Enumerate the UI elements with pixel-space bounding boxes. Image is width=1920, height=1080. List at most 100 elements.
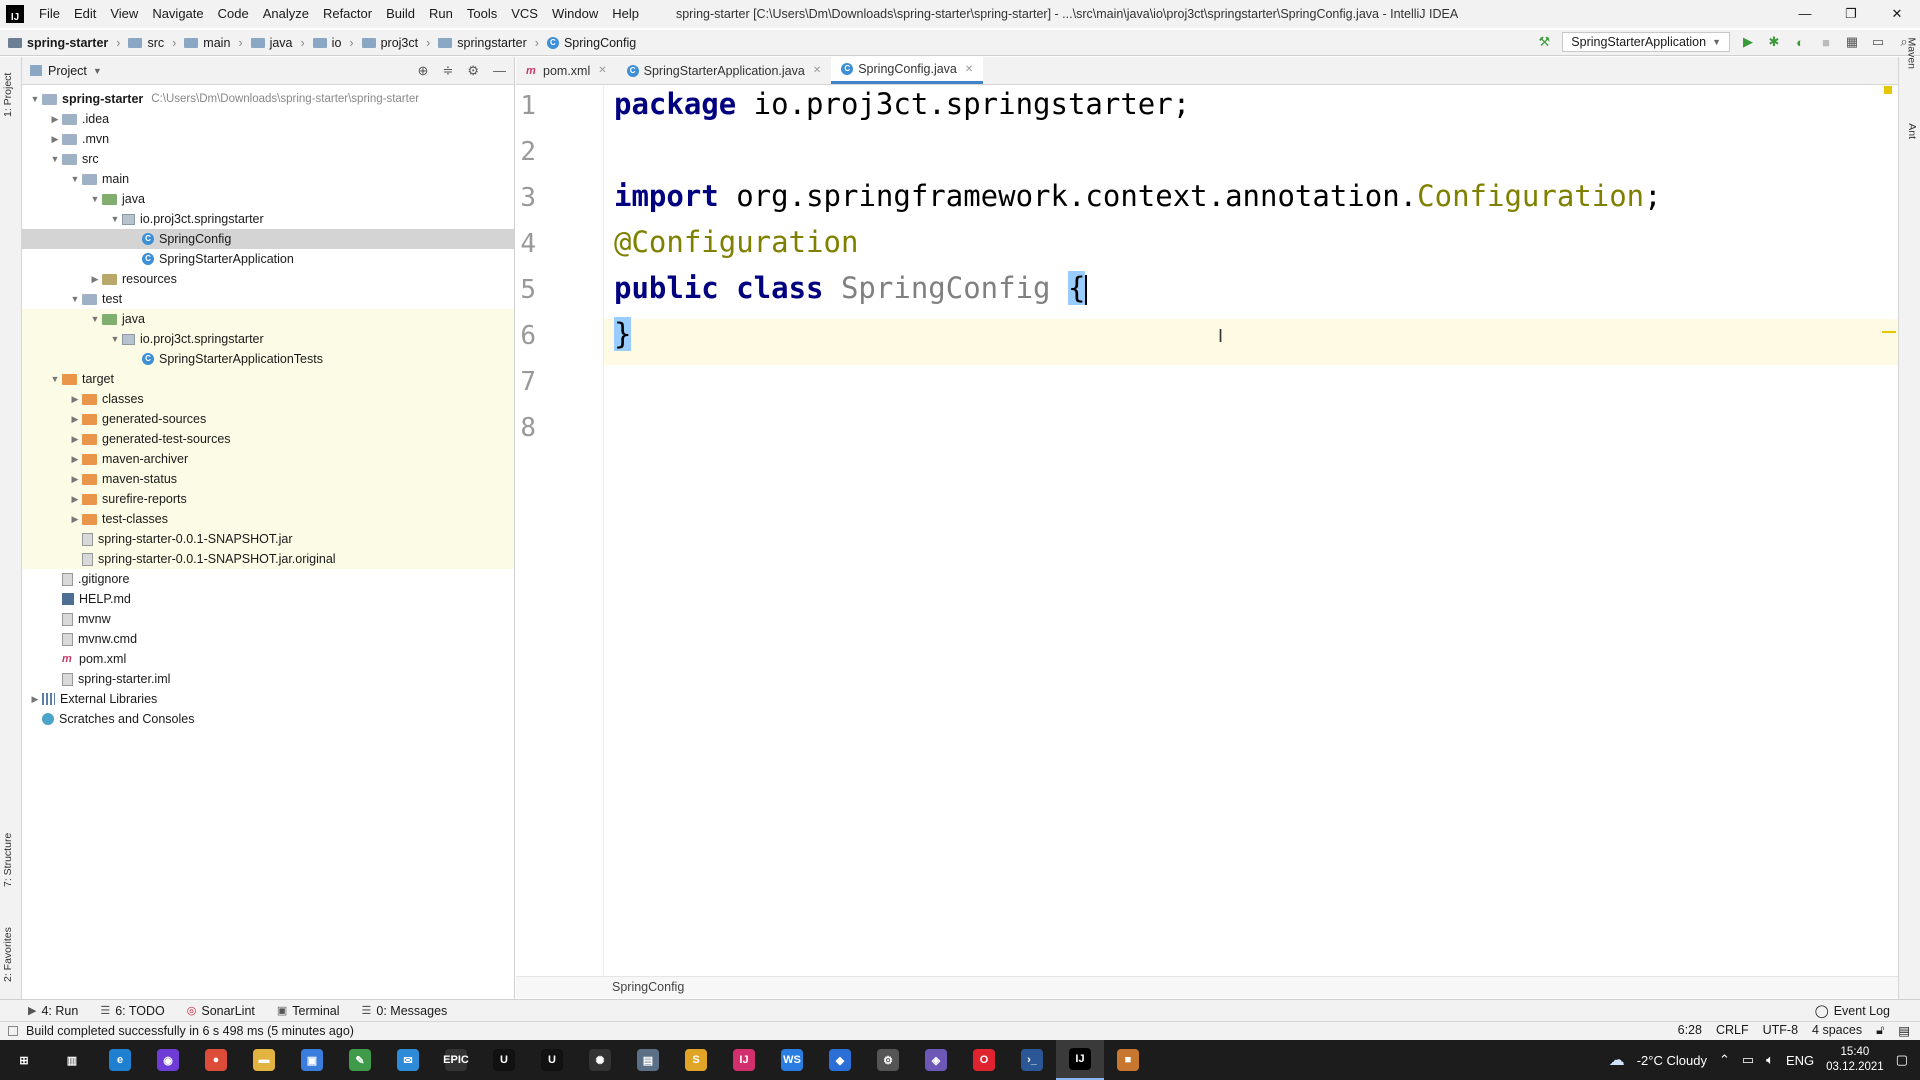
- close-icon[interactable]: ✕: [598, 65, 606, 76]
- app-blue-icon[interactable]: ◆: [816, 1040, 864, 1080]
- chevron-down-icon[interactable]: ▼: [88, 314, 102, 324]
- chrome-icon[interactable]: ●: [192, 1040, 240, 1080]
- webstorm-icon[interactable]: WS: [768, 1040, 816, 1080]
- tree-item[interactable]: ▶ .mvn: [22, 129, 514, 149]
- minimize-button[interactable]: —: [1782, 0, 1828, 28]
- breadcrumb-item[interactable]: springstarter ›: [430, 36, 539, 50]
- cloud-icon[interactable]: ☁: [1609, 1050, 1625, 1070]
- menu-vcs[interactable]: VCS: [504, 0, 545, 28]
- tree-item[interactable]: ▼ spring-starter C:\Users\Dm\Downloads\spr…: [22, 89, 514, 109]
- chevron-right-icon[interactable]: ▶: [68, 394, 82, 405]
- project-view-label[interactable]: Project: [48, 64, 87, 78]
- coverage-icon[interactable]: ◐: [1792, 34, 1808, 50]
- tab-maven[interactable]: Maven: [1906, 37, 1918, 69]
- tree-item[interactable]: .gitignore: [22, 569, 514, 589]
- tree-item[interactable]: C SpringConfig: [22, 229, 514, 249]
- tab-sonarlint[interactable]: ◎ SonarLint: [187, 1004, 255, 1018]
- menu-run[interactable]: Run: [422, 0, 460, 28]
- chevron-down-icon[interactable]: ▼: [48, 374, 62, 384]
- tab-ant[interactable]: Ant: [1906, 123, 1918, 139]
- tree-item[interactable]: HELP.md: [22, 589, 514, 609]
- task-view-icon[interactable]: ▥: [48, 1040, 96, 1080]
- tree-item[interactable]: ▶ surefire-reports: [22, 489, 514, 509]
- chevron-down-icon[interactable]: ▼: [68, 174, 82, 184]
- tab-event-log[interactable]: ◯ Event Log: [1815, 1003, 1890, 1019]
- idea-community-icon[interactable]: IJ: [720, 1040, 768, 1080]
- chevron-down-icon[interactable]: ▼: [108, 334, 122, 344]
- editor-tab[interactable]: C SpringStarterApplication.java ✕: [617, 57, 832, 84]
- chevron-down-icon[interactable]: ▼: [48, 154, 62, 164]
- tab-favorites[interactable]: 2: Favorites: [2, 927, 14, 982]
- editor-tab[interactable]: C SpringConfig.java ✕: [831, 57, 984, 84]
- tree-item[interactable]: ▼ main: [22, 169, 514, 189]
- settings-icon[interactable]: ⚙: [864, 1040, 912, 1080]
- gear-icon[interactable]: ⚙: [467, 63, 479, 79]
- menu-edit[interactable]: Edit: [67, 0, 103, 28]
- powershell-icon[interactable]: ›_: [1008, 1040, 1056, 1080]
- tree-item[interactable]: ▶ maven-status: [22, 469, 514, 489]
- menu-file[interactable]: File: [32, 0, 67, 28]
- epic-games-icon[interactable]: EPIC: [432, 1040, 480, 1080]
- tree-item[interactable]: ▶ generated-sources: [22, 409, 514, 429]
- chevron-right-icon[interactable]: ▶: [48, 134, 62, 145]
- network-icon[interactable]: ▭: [1742, 1052, 1754, 1068]
- blender-icon[interactable]: ✺: [576, 1040, 624, 1080]
- edge-icon[interactable]: e: [96, 1040, 144, 1080]
- debug-icon[interactable]: ✱: [1766, 34, 1782, 50]
- chevron-down-icon[interactable]: ▼: [93, 66, 102, 76]
- tree-item[interactable]: mvnw.cmd: [22, 629, 514, 649]
- breadcrumb-item[interactable]: proj3ct ›: [354, 36, 430, 50]
- tree-item[interactable]: ▶ generated-test-sources: [22, 429, 514, 449]
- tree-item[interactable]: ▶ classes: [22, 389, 514, 409]
- chevron-right-icon[interactable]: ▶: [68, 474, 82, 485]
- menu-refactor[interactable]: Refactor: [316, 0, 379, 28]
- menu-build[interactable]: Build: [379, 0, 422, 28]
- tree-item[interactable]: ▶ resources: [22, 269, 514, 289]
- scrollbar-marker[interactable]: [1882, 331, 1896, 333]
- chevron-right-icon[interactable]: ▶: [68, 514, 82, 525]
- tab-terminal[interactable]: ▣ Terminal: [277, 1004, 340, 1018]
- tab-run[interactable]: ▶ 4: Run: [28, 1004, 78, 1018]
- volume-icon[interactable]: 🔈︎: [1766, 1052, 1774, 1068]
- code-editor[interactable]: 1 2 3 4 5 6 7 8 package io.proj3ct.springstarte…: [516, 86, 1898, 976]
- mail-icon[interactable]: ✉: [384, 1040, 432, 1080]
- line-separator[interactable]: CRLF: [1716, 1023, 1749, 1038]
- unity-icon[interactable]: U: [528, 1040, 576, 1080]
- breadcrumb-item[interactable]: C SpringConfig: [539, 36, 636, 50]
- build-hammer-icon[interactable]: ⚒: [1536, 34, 1552, 50]
- menu-help[interactable]: Help: [605, 0, 646, 28]
- unreal-icon[interactable]: U: [480, 1040, 528, 1080]
- notifications-icon[interactable]: ▢: [1896, 1052, 1908, 1068]
- intellij-icon[interactable]: IJ: [1056, 1040, 1104, 1080]
- breadcrumb-item[interactable]: java ›: [243, 36, 305, 50]
- chevron-right-icon[interactable]: ▶: [68, 434, 82, 445]
- tree-item[interactable]: C SpringStarterApplication: [22, 249, 514, 269]
- app-purple-icon[interactable]: ◉: [144, 1040, 192, 1080]
- tree-item[interactable]: ▼ java: [22, 309, 514, 329]
- breadcrumb-item[interactable]: spring-starter ›: [0, 36, 120, 50]
- layout-icon[interactable]: ▭: [1870, 34, 1886, 50]
- maximize-button[interactable]: ❐: [1828, 0, 1874, 28]
- tree-item[interactable]: spring-starter.iml: [22, 669, 514, 689]
- status-message[interactable]: Build completed successfully in 6 s 498 …: [26, 1024, 354, 1038]
- chevron-right-icon[interactable]: ▶: [88, 274, 102, 285]
- close-icon[interactable]: ✕: [965, 64, 973, 75]
- tree-item[interactable]: ▼ java: [22, 189, 514, 209]
- inspection-status-icon[interactable]: [1884, 86, 1892, 94]
- explorer-icon[interactable]: ▬: [240, 1040, 288, 1080]
- store-icon[interactable]: ▣: [288, 1040, 336, 1080]
- close-icon[interactable]: ✕: [813, 65, 821, 76]
- stop-icon[interactable]: ■: [1818, 34, 1834, 50]
- package-icon[interactable]: ■: [1104, 1040, 1152, 1080]
- locate-icon[interactable]: ⊕: [418, 63, 429, 79]
- tree-item[interactable]: ▼ test: [22, 289, 514, 309]
- tab-todo[interactable]: ☰ 6: TODO: [100, 1004, 164, 1018]
- tree-item[interactable]: mvnw: [22, 609, 514, 629]
- breadcrumb-item[interactable]: io ›: [305, 36, 354, 50]
- breadcrumb-item[interactable]: main ›: [176, 36, 243, 50]
- menu-window[interactable]: Window: [545, 0, 605, 28]
- indent-setting[interactable]: 4 spaces: [1812, 1023, 1862, 1038]
- run-configuration-select[interactable]: SpringStarterApplication ▼: [1562, 32, 1730, 52]
- tab-structure[interactable]: 7: Structure: [2, 833, 14, 887]
- file-encoding[interactable]: UTF-8: [1763, 1023, 1798, 1038]
